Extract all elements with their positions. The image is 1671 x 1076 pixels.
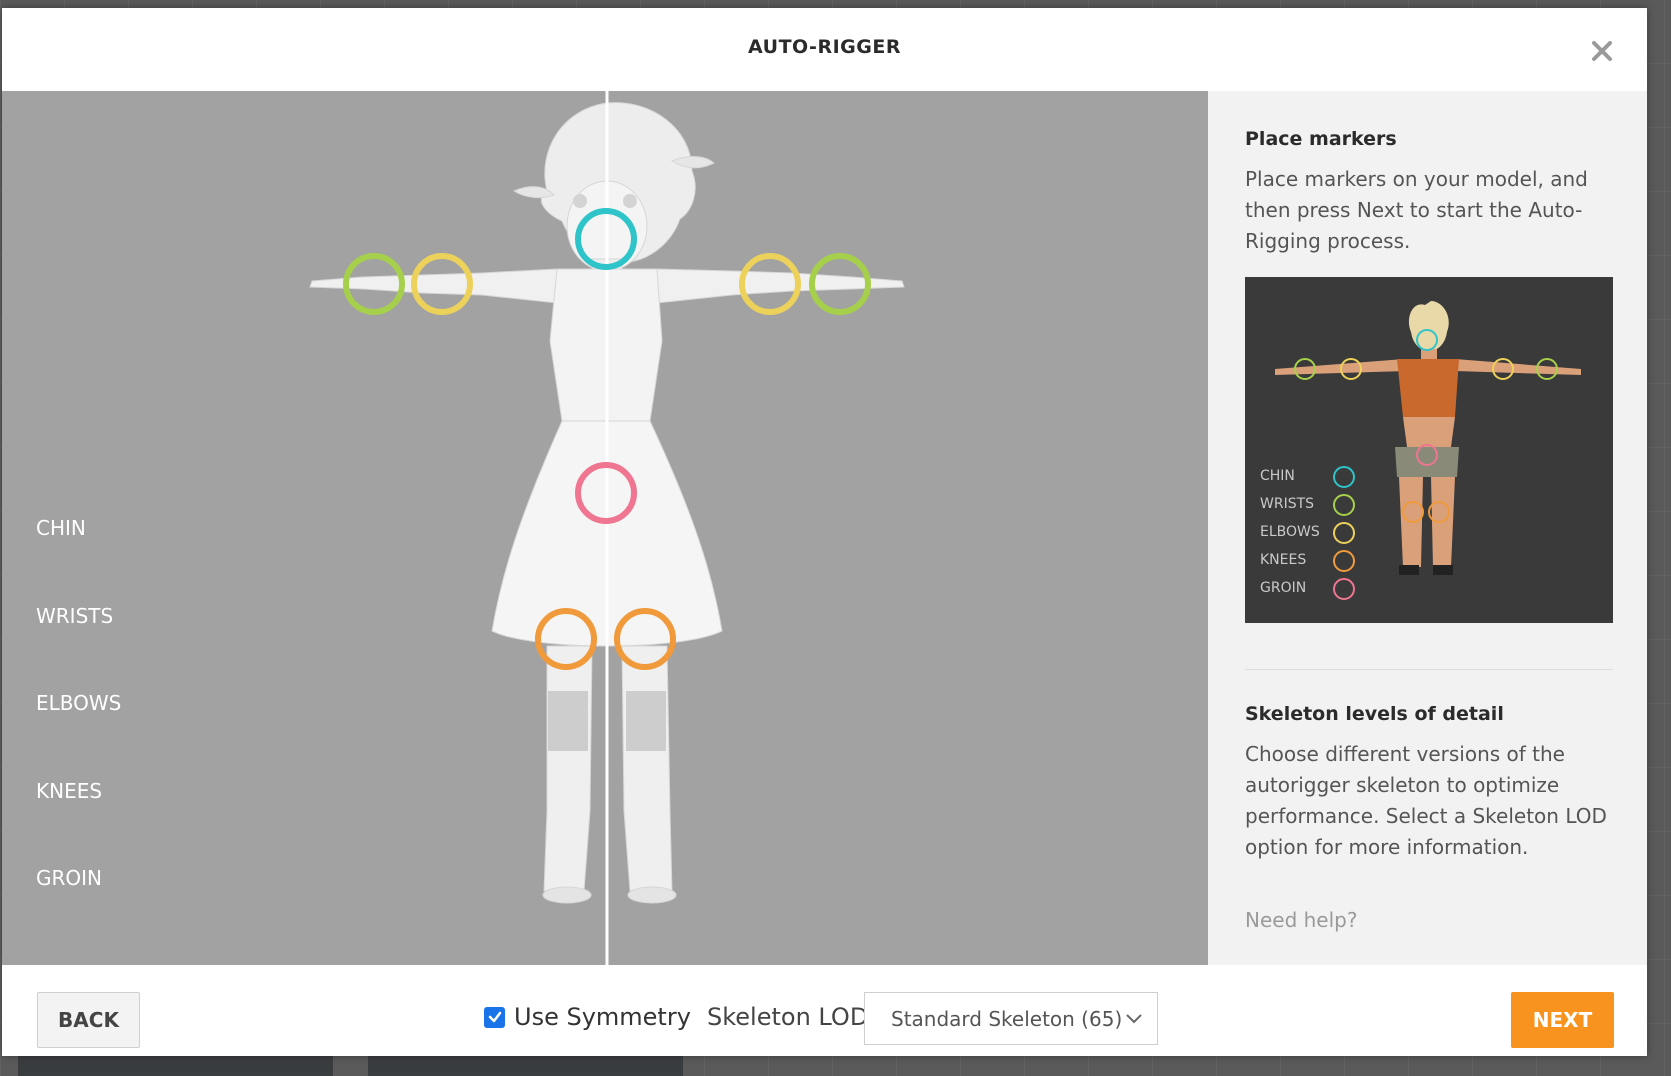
chevron-down-icon (1125, 1011, 1143, 1030)
model-scene (309, 91, 905, 965)
legend-wrists-label: WRISTS (36, 604, 114, 628)
reference-image: CHIN WRISTS ELBOWS KNEES GROIN (1245, 277, 1613, 623)
dialog-footer: BACK Use Symmetry Skeleton LOD Standard … (2, 965, 1647, 1056)
ref-legend-wrists: WRISTS (1260, 496, 1315, 512)
skeleton-lod-value: Standard Skeleton (65) (891, 1007, 1123, 1031)
place-markers-text: Place markers on your model, and then pr… (1245, 167, 1588, 253)
background-thumbnail (368, 1056, 683, 1076)
panel-divider (1245, 669, 1613, 670)
ref-legend-chin: CHIN (1260, 468, 1295, 484)
ref-legend-groin: GROIN (1260, 580, 1307, 596)
background-thumbnail (18, 1056, 333, 1076)
legend-elbows-label: ELBOWS (36, 691, 122, 715)
back-button[interactable]: BACK (37, 992, 140, 1048)
next-button[interactable]: NEXT (1511, 992, 1614, 1048)
instructions-panel: Place markers Place markers on your mode… (1208, 91, 1647, 965)
legend-chin-label: CHIN (36, 516, 86, 540)
ref-legend-knees: KNEES (1260, 552, 1307, 568)
need-help-link[interactable]: Need help? (1245, 908, 1357, 932)
skeleton-lod-label: Skeleton LOD (707, 1003, 869, 1031)
dialog-title: AUTO-RIGGER (748, 36, 901, 58)
lod-heading: Skeleton levels of detail (1245, 703, 1504, 725)
close-icon[interactable] (1587, 38, 1617, 68)
legend-groin-label: GROIN (36, 866, 102, 890)
reference-figure (1275, 301, 1581, 600)
dialog-header: AUTO-RIGGER (2, 8, 1647, 91)
lod-text: Choose different versions of the autorig… (1245, 742, 1607, 859)
ref-legend-elbows: ELBOWS (1260, 524, 1320, 540)
use-symmetry-checkbox[interactable] (484, 1006, 505, 1028)
legend-knees-label: KNEES (36, 779, 103, 803)
skeleton-lod-select[interactable]: Standard Skeleton (65) (864, 992, 1158, 1045)
auto-rigger-dialog: AUTO-RIGGER CHIN WRISTS ELBOWS KNEES GRO… (2, 8, 1647, 1056)
model-viewport[interactable]: CHIN WRISTS ELBOWS KNEES GROIN (2, 91, 1208, 965)
symmetry-toggle[interactable]: Use Symmetry (484, 1002, 691, 1032)
use-symmetry-label: Use Symmetry (514, 1003, 691, 1031)
place-markers-heading: Place markers (1245, 128, 1397, 150)
checkmark-icon (488, 1011, 501, 1023)
